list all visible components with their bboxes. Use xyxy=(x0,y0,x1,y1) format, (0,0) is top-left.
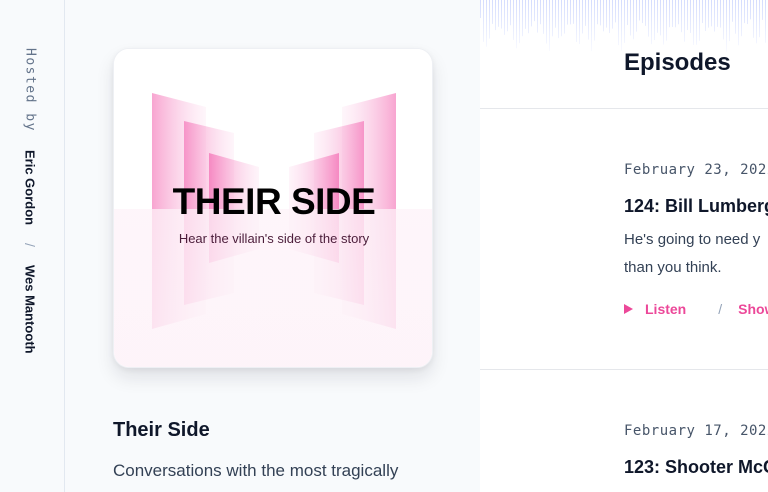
episodes-heading: Episodes xyxy=(624,49,731,76)
episode-description: He's going to need y than you think. xyxy=(624,226,768,282)
episode-description-line: He's going to need y xyxy=(624,231,761,248)
host-separator: / xyxy=(22,243,38,247)
play-icon[interactable] xyxy=(624,304,633,314)
podcast-info-panel: THEIR SIDE Hear the villain's side of th… xyxy=(65,0,480,492)
host-name-eric-gordon[interactable]: Eric Gordon xyxy=(23,150,38,225)
listen-link[interactable]: Listen xyxy=(645,301,686,317)
episode-description-line: than you think. xyxy=(624,259,722,276)
podcast-title: Their Side xyxy=(113,419,210,441)
episode-date: February 23, 2022 xyxy=(624,162,768,178)
hosted-by-label: Hosted by xyxy=(22,48,38,132)
episode-date: February 17, 2022 xyxy=(624,423,768,439)
divider xyxy=(480,108,768,109)
episode-title[interactable]: 124: Bill Lumbergh xyxy=(624,196,768,217)
episode-actions: Listen / Show n xyxy=(624,301,768,317)
hosts-list: Hosted by Eric Gordon / Wes Mantooth xyxy=(22,48,38,354)
action-separator: / xyxy=(718,301,723,317)
divider xyxy=(480,369,768,370)
episode-title[interactable]: 123: Shooter McGavin xyxy=(624,457,768,478)
podcast-description: Conversations with the most tragically xyxy=(113,461,399,480)
host-name-wes-mantooth[interactable]: Wes Mantooth xyxy=(23,265,38,354)
show-notes-link[interactable]: Show n xyxy=(738,301,768,317)
podcast-cover-art[interactable]: THEIR SIDE Hear the villain's side of th… xyxy=(113,48,433,368)
hosts-rail: Hosted by Eric Gordon / Wes Mantooth xyxy=(0,0,65,492)
cover-tagline: Hear the villain's side of the story xyxy=(178,231,370,246)
episodes-panel: Episodes February 23, 2022 124: Bill Lum… xyxy=(480,0,768,492)
cover-title: THEIR SIDE xyxy=(172,181,376,222)
